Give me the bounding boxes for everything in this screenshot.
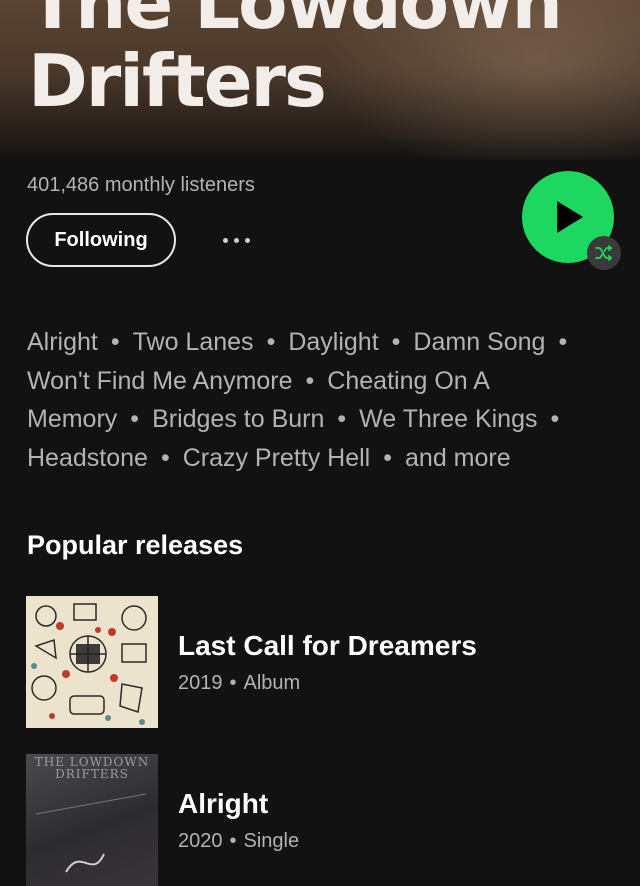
song-separator: • [266,328,276,356]
song-separator: • [391,328,401,356]
release-year: 2020 [178,830,223,852]
song-separator: • [160,443,170,472]
section-title: Popular releases [27,530,244,560]
release-type: Single [243,830,300,852]
album-cover: THE LOWDOWN DRIFTERS [26,754,158,886]
popular-songs-list: Alright • Two Lanes • Daylight • Damn Song • Won… [27,323,627,477]
popular-song-link[interactable]: Headstone [27,444,148,472]
meta-separator: • [229,830,237,852]
meta-separator: • [229,672,237,694]
release-item[interactable]: Last Call for Dreamers 2019 • Album [26,596,626,728]
following-button[interactable]: Following [26,213,176,267]
more-horizontal-icon [233,237,239,243]
release-type: Album [243,672,301,694]
more-horizontal-icon [244,237,250,243]
popular-song-link[interactable]: Won't Find Me Anymore [27,367,293,395]
more-horizontal-icon [222,237,228,243]
song-separator: • [130,405,140,433]
popular-song-link[interactable]: Crazy Pretty Hell [183,444,371,472]
and-more-link[interactable]: and more [405,444,511,472]
album-cover [26,596,158,728]
release-title: Alright [178,788,269,819]
more-options-button[interactable] [212,226,260,254]
song-separator: • [383,443,393,472]
popular-song-link[interactable]: Damn Song [413,328,545,356]
release-year: 2019 [178,672,223,694]
release-meta: 2020 • Single [178,830,299,853]
release-meta: 2019 • Album [178,672,300,695]
song-separator: • [550,405,560,433]
monthly-listeners: 401,486 monthly listeners [27,174,255,196]
release-title: Last Call for Dreamers [178,630,477,661]
artist-header-image: The Lowdown Drifters [0,0,640,160]
popular-song-link[interactable]: Bridges to Burn [152,405,324,433]
popular-song-link[interactable]: Daylight [288,328,378,356]
song-separator: • [558,328,568,356]
song-separator: • [110,328,120,356]
shuffle-button[interactable] [587,236,621,270]
release-item[interactable]: THE LOWDOWN DRIFTERS Alright 2020 • Single [26,754,626,886]
artist-name: The Lowdown Drifters [28,0,563,123]
song-separator: • [337,405,347,433]
popular-song-link[interactable]: We Three Kings [359,405,537,433]
shuffle-icon [595,245,612,261]
popular-song-link[interactable]: Alright [27,328,98,356]
play-icon [557,201,583,233]
popular-song-link[interactable]: Two Lanes [133,328,254,356]
song-separator: • [305,366,315,395]
